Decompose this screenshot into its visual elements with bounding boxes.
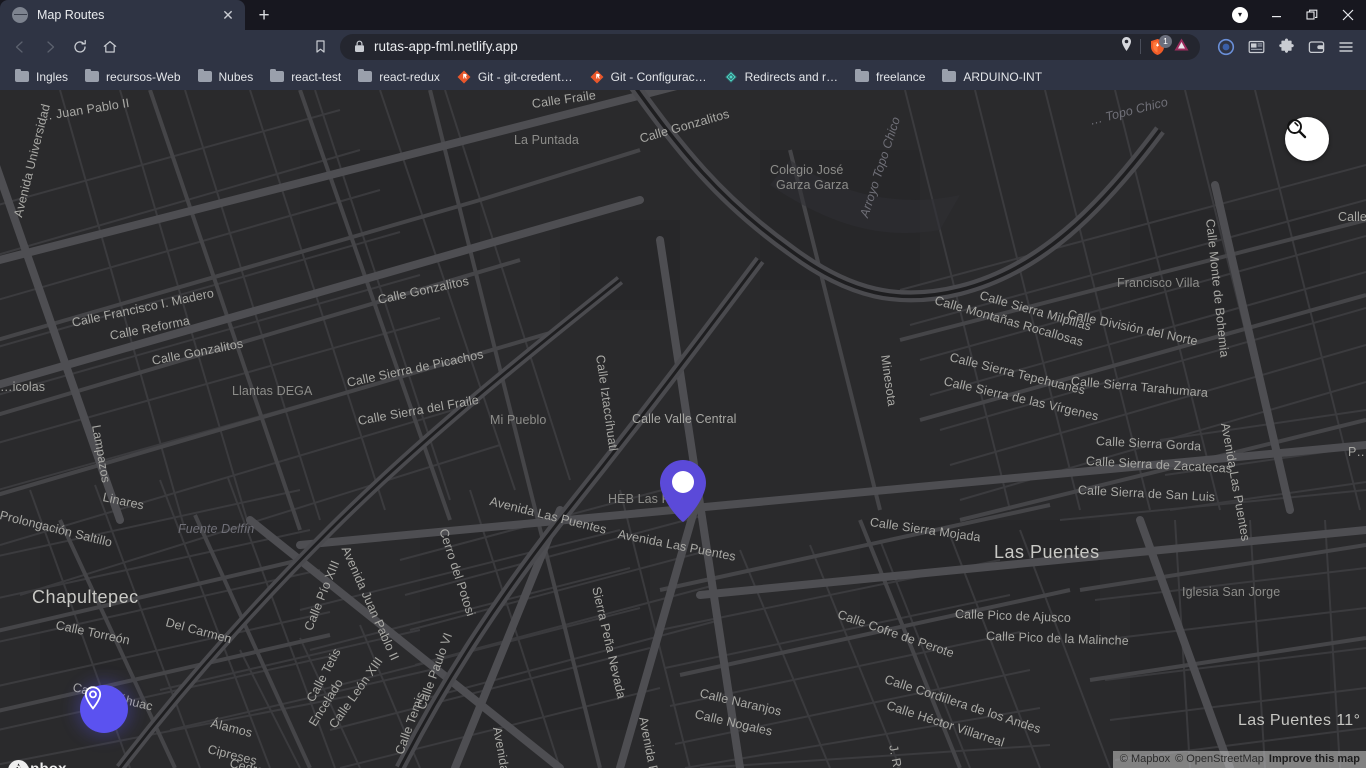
bookmarks-bar: Ingles recursos-Web Nubes react-test react-r…: [0, 63, 1366, 90]
brave-news-icon: [1248, 40, 1264, 53]
window-controls: ▾: [1222, 0, 1366, 30]
brave-wallet-button[interactable]: [1302, 33, 1330, 61]
restore-icon: [1306, 9, 1318, 20]
search-button[interactable]: [1285, 117, 1329, 161]
close-icon[interactable]: ✕: [219, 6, 237, 24]
brave-wallet-icon: [1308, 40, 1324, 53]
map-canvas: [0, 90, 1366, 768]
bookmark-item[interactable]: recursos-Web: [78, 67, 187, 87]
attribution-osm[interactable]: © OpenStreetMap: [1175, 753, 1264, 765]
profile-chevron-button[interactable]: ▾: [1222, 0, 1258, 30]
reload-icon: [74, 39, 86, 53]
bookmark-item[interactable]: Git - Configurac…: [583, 67, 714, 87]
netlify-icon: [724, 70, 737, 83]
folder-icon: [15, 68, 29, 82]
folder-icon: [270, 68, 285, 82]
folder-icon: [855, 68, 870, 82]
bookmark-label: react-test: [291, 69, 342, 84]
bookmark-label: Ingles: [36, 69, 69, 84]
bookmark-label: recursos-Web: [106, 69, 181, 84]
bookmark-label: Git - git-credent…: [477, 69, 573, 84]
map-viewport[interactable]: … Juan Pablo II Avenida Universidad La Pun…: [0, 90, 1366, 768]
folder-icon: [85, 68, 100, 82]
location-marker[interactable]: [659, 459, 707, 523]
browser-menu-button[interactable]: [1332, 33, 1360, 61]
folder-icon: [942, 68, 957, 82]
forward-arrow-icon: [47, 40, 55, 53]
minimize-icon: [1271, 15, 1281, 17]
browser-window: Map Routes ✕ + ▾ rutas-app-fml.netlify.a…: [0, 0, 1366, 768]
hamburger-menu-icon: [1339, 41, 1353, 52]
forward-button[interactable]: [36, 33, 64, 61]
attribution-mapbox[interactable]: © Mapbox: [1120, 753, 1170, 765]
git-icon: [590, 70, 604, 83]
bookmark-this-page-button[interactable]: [306, 33, 334, 61]
improve-this-map-link[interactable]: Improve this map: [1269, 753, 1360, 765]
bookmark-icon: [315, 40, 325, 53]
omnibox-divider: [1140, 39, 1141, 54]
extensions-icon: [1278, 38, 1294, 53]
globe-icon: [12, 7, 28, 23]
bookmark-label: react-redux: [379, 69, 440, 84]
shields-blocked-count: 1: [1159, 34, 1172, 48]
brave-news-button[interactable]: [1242, 33, 1270, 61]
chevron-down-icon: ▾: [1232, 7, 1248, 23]
reload-button[interactable]: [66, 33, 94, 61]
git-icon: [457, 70, 471, 83]
bookmark-label: freelance: [876, 69, 926, 84]
bookmark-item[interactable]: Git - git-credent…: [450, 67, 580, 87]
location-permission-icon[interactable]: [1120, 36, 1133, 57]
mapbox-wordmark-icon: mapbox: [8, 761, 67, 768]
omnibox-actions: 1: [1120, 34, 1194, 57]
bookmark-label: Git - Configurac…: [610, 69, 707, 84]
bookmark-item[interactable]: react-test: [263, 67, 348, 87]
tab-title: Map Routes: [37, 8, 105, 22]
bookmark-item[interactable]: Ingles: [8, 67, 75, 87]
brave-rewards-button[interactable]: [1173, 37, 1190, 57]
maximize-button[interactable]: [1294, 0, 1330, 30]
toolbar-right-actions: [1212, 33, 1360, 61]
brave-leo-icon: [1217, 38, 1235, 55]
back-button[interactable]: [6, 33, 34, 61]
location-pin-icon: [84, 686, 102, 710]
close-button[interactable]: [1330, 0, 1366, 30]
lock-icon: [355, 40, 364, 52]
bookmark-label: Nubes: [218, 69, 254, 84]
minimize-button[interactable]: [1258, 0, 1294, 30]
brave-shields-button[interactable]: 1: [1148, 34, 1172, 56]
home-button[interactable]: [96, 33, 124, 61]
extensions-button[interactable]: [1272, 33, 1300, 61]
tab-map-routes[interactable]: Map Routes ✕: [0, 0, 245, 30]
bookmark-label: ARDUINO-INT: [963, 69, 1043, 84]
bookmark-item[interactable]: react-redux: [351, 67, 447, 87]
close-icon: [1342, 9, 1354, 21]
home-icon: [103, 40, 117, 53]
bookmark-item[interactable]: Redirects and r…: [717, 67, 845, 87]
folder-icon: [197, 68, 212, 82]
new-tab-button[interactable]: +: [250, 1, 278, 29]
bookmark-item[interactable]: ARDUINO-INT: [935, 67, 1049, 87]
bookmark-label: Redirects and r…: [744, 69, 839, 84]
geolocate-button[interactable]: [80, 685, 128, 733]
address-bar[interactable]: rutas-app-fml.netlify.app 1: [340, 33, 1200, 60]
back-arrow-icon: [15, 40, 23, 53]
bookmark-item[interactable]: freelance: [848, 67, 932, 87]
folder-icon: [358, 68, 373, 82]
url-text[interactable]: rutas-app-fml.netlify.app: [374, 39, 1111, 54]
brave-leo-button[interactable]: [1212, 33, 1240, 61]
svg-text:mapbox: mapbox: [8, 761, 67, 768]
navigation-toolbar: rutas-app-fml.netlify.app 1: [0, 30, 1366, 63]
brave-rewards-icon: [1174, 38, 1189, 50]
bookmark-item[interactable]: Nubes: [191, 67, 261, 87]
tab-strip: Map Routes ✕ + ▾: [0, 0, 1366, 30]
search-icon: [1287, 119, 1307, 139]
map-attribution: © Mapbox © OpenStreetMap Improve this ma…: [1112, 751, 1366, 768]
